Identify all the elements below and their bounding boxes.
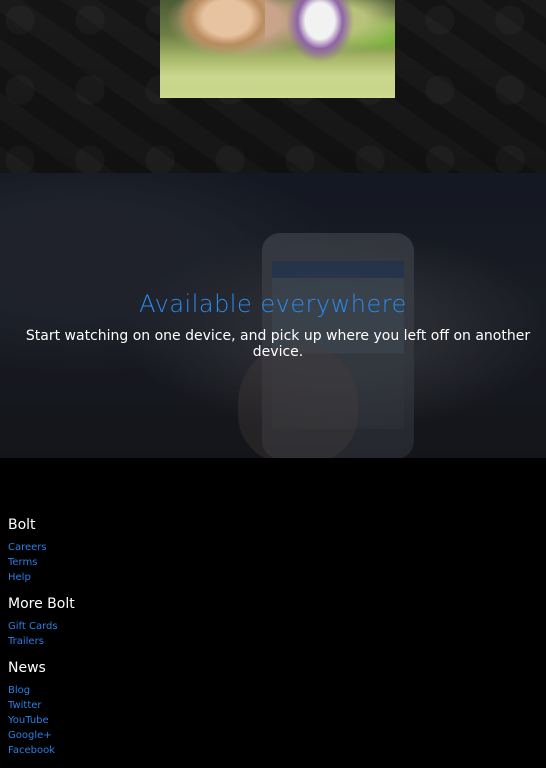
footer-heading: News <box>8 660 46 676</box>
available-everywhere-section: Available everywhere Start watching on o… <box>0 173 546 458</box>
footer-group-more-bolt: More Bolt Gift Cards Trailers <box>8 595 546 649</box>
list-item: Help <box>8 570 546 585</box>
footer-link-careers[interactable]: Careers <box>8 542 47 553</box>
available-title: Available everywhere <box>139 290 407 318</box>
character-woody <box>170 0 265 60</box>
movie-still-image[interactable] <box>160 0 395 98</box>
footer-group-bolt: Bolt Careers Terms Help <box>8 516 546 585</box>
hero-banner <box>0 0 546 173</box>
footer-link-twitter[interactable]: Twitter <box>8 700 42 711</box>
footer-link-list: Gift Cards Trailers <box>8 619 546 649</box>
footer-heading: More Bolt <box>8 596 75 612</box>
movie-floor <box>160 62 395 98</box>
list-item: Gift Cards <box>8 619 546 634</box>
available-subtitle: Start watching on one device, and pick u… <box>25 328 531 360</box>
list-item: Twitter <box>8 698 546 713</box>
list-item: Careers <box>8 540 546 555</box>
footer-link-help[interactable]: Help <box>8 572 31 583</box>
footer-link-list: Careers Terms Help <box>8 540 546 585</box>
list-item: Facebook <box>8 743 546 758</box>
list-item: YouTube <box>8 713 546 728</box>
list-item: Terms <box>8 555 546 570</box>
site-footer: Bolt Careers Terms Help More Bolt Gift C… <box>0 458 546 758</box>
footer-heading: Bolt <box>8 517 36 533</box>
footer-link-trailers[interactable]: Trailers <box>8 636 44 647</box>
footer-link-facebook[interactable]: Facebook <box>8 745 55 756</box>
footer-link-youtube[interactable]: YouTube <box>8 715 49 726</box>
footer-link-gift-cards[interactable]: Gift Cards <box>8 621 58 632</box>
list-item: Google+ <box>8 728 546 743</box>
list-item: Blog <box>8 683 546 698</box>
footer-link-google-plus[interactable]: Google+ <box>8 730 52 741</box>
list-item: Trailers <box>8 634 546 649</box>
footer-link-list: Blog Twitter YouTube Google+ Facebook <box>8 683 546 758</box>
footer-group-news: News Blog Twitter YouTube Google+ Facebo… <box>8 659 546 758</box>
footer-link-blog[interactable]: Blog <box>8 685 30 696</box>
footer-link-terms[interactable]: Terms <box>8 557 37 568</box>
character-buzz <box>280 0 360 70</box>
